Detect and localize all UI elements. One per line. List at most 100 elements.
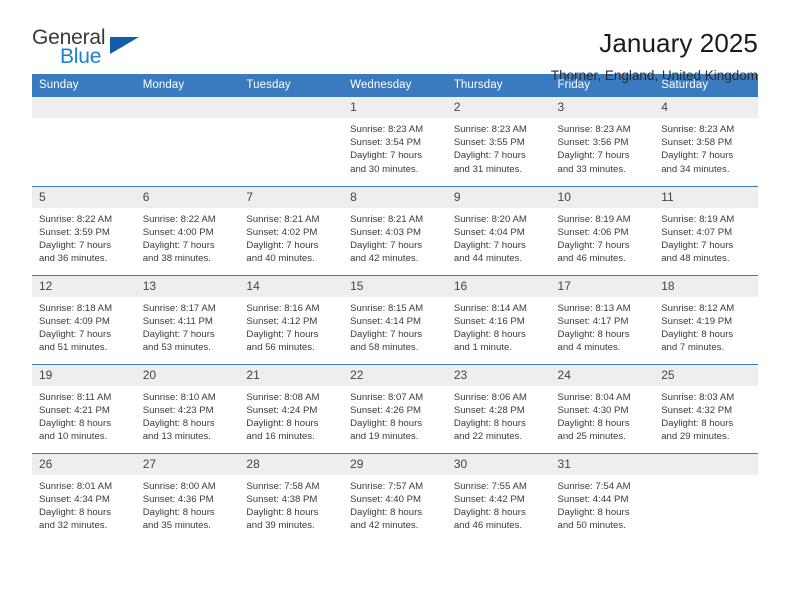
daylight-text-line1: Daylight: 8 hours <box>453 506 526 518</box>
day-number: 6 <box>135 186 240 208</box>
day-number: 7 <box>239 186 344 208</box>
calendar-day-cell[interactable]: 5 Sunrise: 8:22 AM Sunset: 3:59 PM Daylight… <box>32 185 136 275</box>
calendar-day-cell[interactable]: 15 Sunrise: 8:15 AM Sunset: 4:14 PM Dayligh… <box>343 274 447 364</box>
daylight-text-line2: and 34 minutes. <box>661 163 730 175</box>
calendar-week-row: 5 Sunrise: 8:22 AM Sunset: 3:59 PM Daylight… <box>32 185 758 275</box>
sunrise-text: Sunrise: 8:19 AM <box>661 213 735 225</box>
calendar-day-cell[interactable]: 10 Sunrise: 8:19 AM Sunset: 4:06 PM Dayligh… <box>550 185 655 275</box>
sunset-text: Sunset: 4:14 PM <box>350 315 422 327</box>
sunrise-text: Sunrise: 8:23 AM <box>661 124 735 135</box>
sunrise-text: Sunrise: 8:21 AM <box>350 213 424 225</box>
calendar-day-cell[interactable]: 24 Sunrise: 8:04 AM Sunset: 4:30 PM Dayligh… <box>550 363 655 453</box>
daylight-text-line2: and 4 minutes. <box>557 342 621 354</box>
daylight-text-line2: and 36 minutes. <box>39 253 108 265</box>
day-number: 18 <box>654 275 758 297</box>
calendar-day-cell[interactable]: 28 Sunrise: 7:58 AM Sunset: 4:38 PM Dayligh… <box>239 452 344 542</box>
day-details: Sunrise: 8:23 AM Sunset: 3:56 PM Daylight:… <box>551 118 655 176</box>
day-details: Sunrise: 8:04 AM Sunset: 4:30 PM Daylight:… <box>551 386 655 444</box>
daylight-text-line1: Daylight: 7 hours <box>39 328 111 340</box>
sunset-text: Sunset: 4:16 PM <box>453 315 525 327</box>
daylight-text-line1: Daylight: 8 hours <box>557 506 630 518</box>
daylight-text-line2: and 19 minutes. <box>350 431 419 443</box>
sunrise-text: Sunrise: 8:21 AM <box>246 213 320 225</box>
daylight-text-line2: and 42 minutes. <box>350 253 419 265</box>
day-details: Sunrise: 7:58 AM Sunset: 4:38 PM Daylight:… <box>239 475 343 533</box>
day-number: 31 <box>550 453 655 475</box>
calendar-day-cell[interactable]: 8 Sunrise: 8:21 AM Sunset: 4:03 PM Daylight… <box>343 185 447 275</box>
day-details: Sunrise: 8:19 AM Sunset: 4:07 PM Daylight:… <box>654 208 758 266</box>
day-number: 10 <box>550 186 655 208</box>
day-details: Sunrise: 8:19 AM Sunset: 4:06 PM Daylight:… <box>551 208 655 266</box>
general-blue-logo[interactable]: General Blue <box>32 26 148 72</box>
calendar-day-cell[interactable]: 25 Sunrise: 8:03 AM Sunset: 4:32 PM Dayligh… <box>654 363 758 453</box>
daylight-text-line2: and 29 minutes. <box>661 431 730 443</box>
sunset-text: Sunset: 4:26 PM <box>350 404 422 416</box>
daylight-text-line2: and 42 minutes. <box>350 520 419 532</box>
sunrise-text: Sunrise: 8:23 AM <box>557 124 631 135</box>
calendar-day-cell[interactable]: 23 Sunrise: 8:06 AM Sunset: 4:28 PM Dayligh… <box>446 363 551 453</box>
sunrise-text: Sunrise: 8:22 AM <box>39 213 113 225</box>
sunset-text: Sunset: 4:36 PM <box>142 493 214 505</box>
calendar-day-cell[interactable]: 4 Sunrise: 8:23 AM Sunset: 3:58 PM Daylight… <box>654 97 758 186</box>
sunset-text: Sunset: 4:34 PM <box>39 493 110 505</box>
calendar-day-cell[interactable]: 1 Sunrise: 8:23 AM Sunset: 3:54 PM Daylight… <box>343 97 447 186</box>
calendar-day-cell[interactable]: 13 Sunrise: 8:17 AM Sunset: 4:11 PM Dayligh… <box>135 274 240 364</box>
day-number: 15 <box>343 275 447 297</box>
calendar-day-cell[interactable]: 7 Sunrise: 8:21 AM Sunset: 4:02 PM Daylight… <box>239 185 344 275</box>
day-number: 17 <box>550 275 655 297</box>
sunrise-text: Sunrise: 7:58 AM <box>246 480 320 492</box>
calendar-day-cell[interactable]: 14 Sunrise: 8:16 AM Sunset: 4:12 PM Dayligh… <box>239 274 344 364</box>
day-number: 19 <box>32 364 136 386</box>
sunrise-text: Sunrise: 8:15 AM <box>350 302 424 314</box>
day-details: Sunrise: 8:11 AM Sunset: 4:21 PM Daylight:… <box>32 386 136 444</box>
sunrise-text: Sunrise: 8:00 AM <box>142 480 216 492</box>
calendar-day-cell[interactable]: 12 Sunrise: 8:18 AM Sunset: 4:09 PM Dayligh… <box>32 274 136 364</box>
calendar-day-cell[interactable]: 9 Sunrise: 8:20 AM Sunset: 4:04 PM Daylight… <box>446 185 551 275</box>
page-header: General Blue January 2025 Thorner, Engla… <box>0 0 792 83</box>
sunrise-text: Sunrise: 8:18 AM <box>39 302 113 314</box>
calendar-day-cell[interactable]: 3 Sunrise: 8:23 AM Sunset: 3:56 PM Daylight… <box>550 97 655 186</box>
calendar-day-cell[interactable]: 16 Sunrise: 8:14 AM Sunset: 4:16 PM Dayligh… <box>446 274 551 364</box>
calendar-day-cell[interactable]: 21 Sunrise: 8:08 AM Sunset: 4:24 PM Dayligh… <box>239 363 344 453</box>
calendar-day-cell[interactable]: 26 Sunrise: 8:01 AM Sunset: 4:34 PM Dayligh… <box>32 452 136 542</box>
day-number: 23 <box>446 364 551 386</box>
sunrise-text: Sunrise: 8:23 AM <box>350 124 424 135</box>
weekday-header-thursday: Thursday <box>446 74 551 97</box>
calendar-day-cell[interactable]: 2 Sunrise: 8:23 AM Sunset: 3:55 PM Daylight… <box>446 97 551 186</box>
calendar-day-cell-empty <box>654 452 758 542</box>
calendar-day-cell[interactable]: 20 Sunrise: 8:10 AM Sunset: 4:23 PM Dayligh… <box>135 363 240 453</box>
daylight-text-line2: and 40 minutes. <box>246 253 315 265</box>
daylight-text-line2: and 46 minutes. <box>453 520 523 532</box>
page-title: January 2025 <box>599 28 758 58</box>
sunset-text: Sunset: 4:06 PM <box>557 226 629 238</box>
calendar-day-cell[interactable]: 30 Sunrise: 7:55 AM Sunset: 4:42 PM Dayligh… <box>446 452 551 542</box>
daylight-text-line1: Daylight: 8 hours <box>661 328 734 340</box>
sunrise-text: Sunrise: 8:22 AM <box>142 213 216 225</box>
sunset-text: Sunset: 4:12 PM <box>246 315 318 327</box>
day-number: 11 <box>654 186 758 208</box>
calendar-day-cell[interactable]: 19 Sunrise: 8:11 AM Sunset: 4:21 PM Dayligh… <box>32 363 136 453</box>
daylight-text-line1: Daylight: 7 hours <box>453 150 526 162</box>
day-number: 28 <box>239 453 344 475</box>
sunset-text: Sunset: 4:42 PM <box>453 493 525 505</box>
calendar-day-cell[interactable]: 22 Sunrise: 8:07 AM Sunset: 4:26 PM Dayligh… <box>343 363 447 453</box>
calendar-day-cell[interactable]: 17 Sunrise: 8:13 AM Sunset: 4:17 PM Dayligh… <box>550 274 655 364</box>
daylight-text-line1: Daylight: 7 hours <box>453 239 526 251</box>
sunset-text: Sunset: 4:09 PM <box>39 315 110 327</box>
triangle-icon <box>110 37 139 54</box>
sunset-text: Sunset: 4:30 PM <box>557 404 629 416</box>
sunrise-text: Sunrise: 8:20 AM <box>453 213 527 225</box>
calendar-day-cell-empty <box>135 97 240 186</box>
day-number: 27 <box>135 453 240 475</box>
day-number <box>654 453 758 475</box>
calendar-day-cell[interactable]: 6 Sunrise: 8:22 AM Sunset: 4:00 PM Daylight… <box>135 185 240 275</box>
daylight-text-line2: and 50 minutes. <box>557 520 626 532</box>
calendar-day-cell[interactable]: 29 Sunrise: 7:57 AM Sunset: 4:40 PM Dayligh… <box>343 452 447 542</box>
day-number: 4 <box>654 97 758 118</box>
calendar-day-cell[interactable]: 31 Sunrise: 7:54 AM Sunset: 4:44 PM Dayligh… <box>550 452 655 542</box>
daylight-text-line1: Daylight: 7 hours <box>246 239 319 251</box>
sunset-text: Sunset: 3:59 PM <box>39 226 110 238</box>
calendar-day-cell[interactable]: 11 Sunrise: 8:19 AM Sunset: 4:07 PM Dayligh… <box>654 185 758 275</box>
calendar-day-cell[interactable]: 18 Sunrise: 8:12 AM Sunset: 4:19 PM Dayligh… <box>654 274 758 364</box>
calendar-day-cell[interactable]: 27 Sunrise: 8:00 AM Sunset: 4:36 PM Dayligh… <box>135 452 240 542</box>
